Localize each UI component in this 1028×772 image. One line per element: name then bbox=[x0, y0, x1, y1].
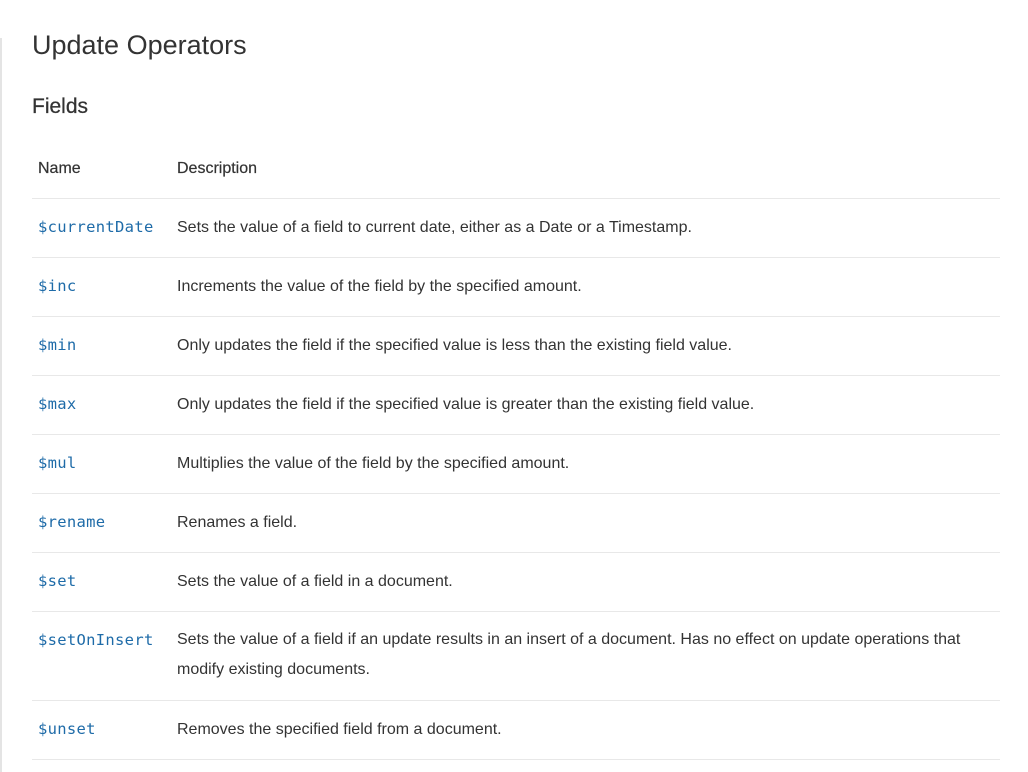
operator-link-inc[interactable]: $inc bbox=[38, 277, 77, 295]
operator-name-cell: $mul bbox=[32, 434, 171, 494]
operator-description: Renames a field. bbox=[171, 493, 1000, 553]
operator-name-cell: $inc bbox=[32, 257, 171, 317]
table-row: $inc Increments the value of the field b… bbox=[32, 257, 1000, 317]
section-title-fields: Fields bbox=[32, 95, 89, 118]
operator-link-setoninsert[interactable]: $setOnInsert bbox=[38, 631, 154, 649]
operator-name-cell: $max bbox=[32, 375, 171, 435]
table-row: $unset Removes the specified field from … bbox=[32, 700, 1000, 760]
column-header-description: Description bbox=[171, 139, 1000, 199]
table-row: $set Sets the value of a field in a docu… bbox=[32, 552, 1000, 612]
operator-link-unset[interactable]: $unset bbox=[38, 720, 96, 738]
update-operators-table: Name Description $currentDate Sets the v… bbox=[32, 139, 1000, 760]
table-row: $min Only updates the field if the speci… bbox=[32, 316, 1000, 376]
operator-name-cell: $min bbox=[32, 316, 171, 376]
operator-name-cell: $currentDate bbox=[32, 198, 171, 258]
column-header-name: Name bbox=[32, 139, 171, 199]
operator-link-rename[interactable]: $rename bbox=[38, 513, 105, 531]
operator-name-cell: $rename bbox=[32, 493, 171, 553]
table-row: $setOnInsert Sets the value of a field i… bbox=[32, 611, 1000, 701]
operator-link-set[interactable]: $set bbox=[38, 572, 77, 590]
sidebar-edge-divider bbox=[0, 38, 2, 772]
table-row: $currentDate Sets the value of a field t… bbox=[32, 198, 1000, 258]
operator-link-max[interactable]: $max bbox=[38, 395, 77, 413]
operator-link-min[interactable]: $min bbox=[38, 336, 77, 354]
operator-description: Sets the value of a field if an update r… bbox=[171, 611, 1000, 701]
operator-name-cell: $setOnInsert bbox=[32, 611, 171, 701]
operator-description: Only updates the field if the specified … bbox=[171, 375, 1000, 435]
operator-description: Increments the value of the field by the… bbox=[171, 257, 1000, 317]
table-row: $mul Multiplies the value of the field b… bbox=[32, 434, 1000, 494]
table-body: $currentDate Sets the value of a field t… bbox=[32, 198, 1000, 760]
operator-name-cell: $unset bbox=[32, 700, 171, 760]
operator-link-currentdate[interactable]: $currentDate bbox=[38, 218, 154, 236]
operator-name-cell: $set bbox=[32, 552, 171, 612]
table-row: $max Only updates the field if the speci… bbox=[32, 375, 1000, 435]
operator-link-mul[interactable]: $mul bbox=[38, 454, 77, 472]
table-header: Name Description bbox=[32, 139, 1000, 199]
operator-description: Multiplies the value of the field by the… bbox=[171, 434, 1000, 494]
page-title: Update Operators bbox=[32, 30, 247, 60]
table-row: $rename Renames a field. bbox=[32, 493, 1000, 553]
table-header-row: Name Description bbox=[32, 139, 1000, 199]
operator-description: Sets the value of a field in a document. bbox=[171, 552, 1000, 612]
operator-description: Removes the specified field from a docum… bbox=[171, 700, 1000, 760]
operator-description: Only updates the field if the specified … bbox=[171, 316, 1000, 376]
operator-description: Sets the value of a field to current dat… bbox=[171, 198, 1000, 258]
